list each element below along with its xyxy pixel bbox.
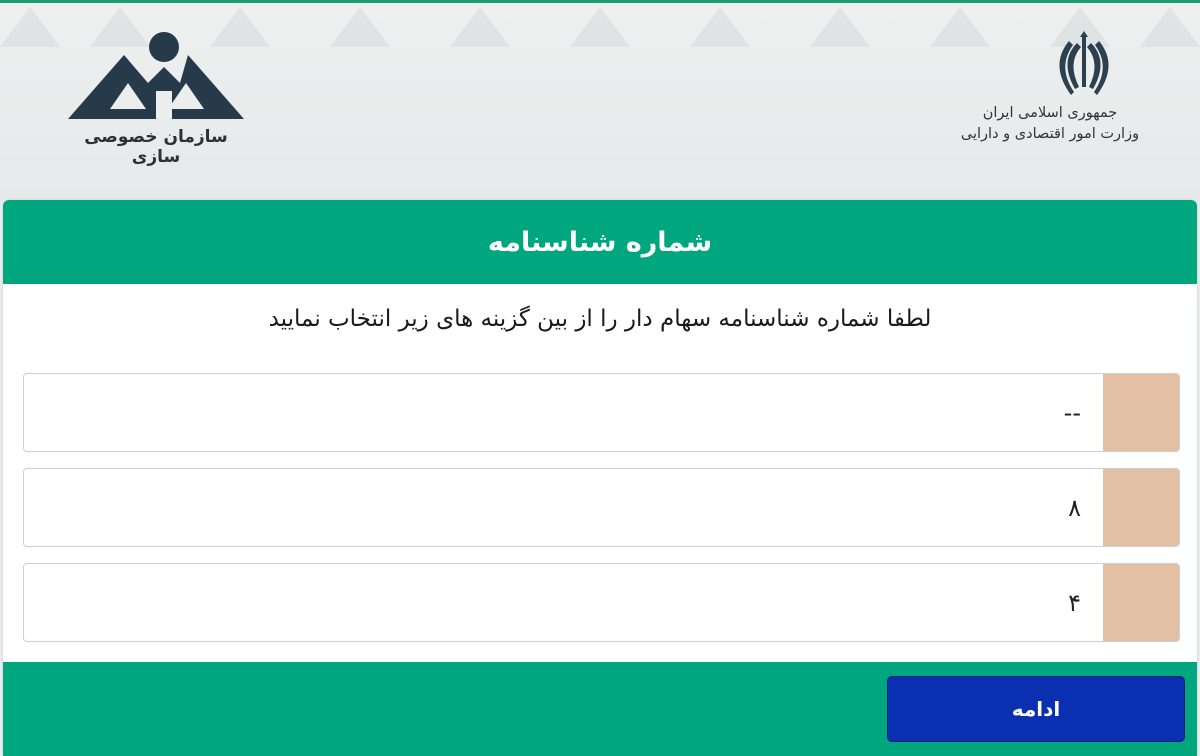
option-radio[interactable]: [1103, 374, 1179, 451]
option-radio[interactable]: [1103, 469, 1179, 546]
org-name: سازمان خصوصی سازی: [84, 127, 228, 167]
org-emblem-icon: [68, 32, 244, 119]
card-footer: ادامه: [3, 662, 1197, 756]
option-label: ۸: [1068, 493, 1081, 522]
card-header: شماره شناسنامه: [3, 200, 1197, 284]
birth-certificate-card: شماره شناسنامه لطفا شماره شناسنامه سهام …: [3, 200, 1197, 756]
option-radio[interactable]: [1103, 564, 1179, 641]
option-label: --: [1063, 398, 1081, 427]
instruction-text: لطفا شماره شناسنامه سهام دار را از بین گ…: [268, 306, 932, 332]
page-header: سازمان خصوصی سازی جمهوری اسلامی ایران وز…: [0, 3, 1200, 200]
options-list: -- ۸ ۴: [23, 373, 1180, 658]
ministry-emblem-block: جمهوری اسلامی ایران وزارت امور اقتصادی و…: [940, 31, 1160, 145]
gov-line-2: وزارت امور اقتصادی و دارایی: [960, 126, 1140, 142]
privatization-org-logo: سازمان خصوصی سازی: [58, 27, 254, 167]
option-label: ۴: [1068, 588, 1081, 617]
iran-emblem-icon: [1059, 31, 1109, 95]
continue-button[interactable]: ادامه: [887, 676, 1185, 742]
gov-line-1: جمهوری اسلامی ایران: [982, 105, 1118, 121]
option-3[interactable]: ۴: [23, 563, 1180, 642]
card-title: شماره شناسنامه: [487, 226, 713, 258]
option-1[interactable]: --: [23, 373, 1180, 452]
option-2[interactable]: ۸: [23, 468, 1180, 547]
